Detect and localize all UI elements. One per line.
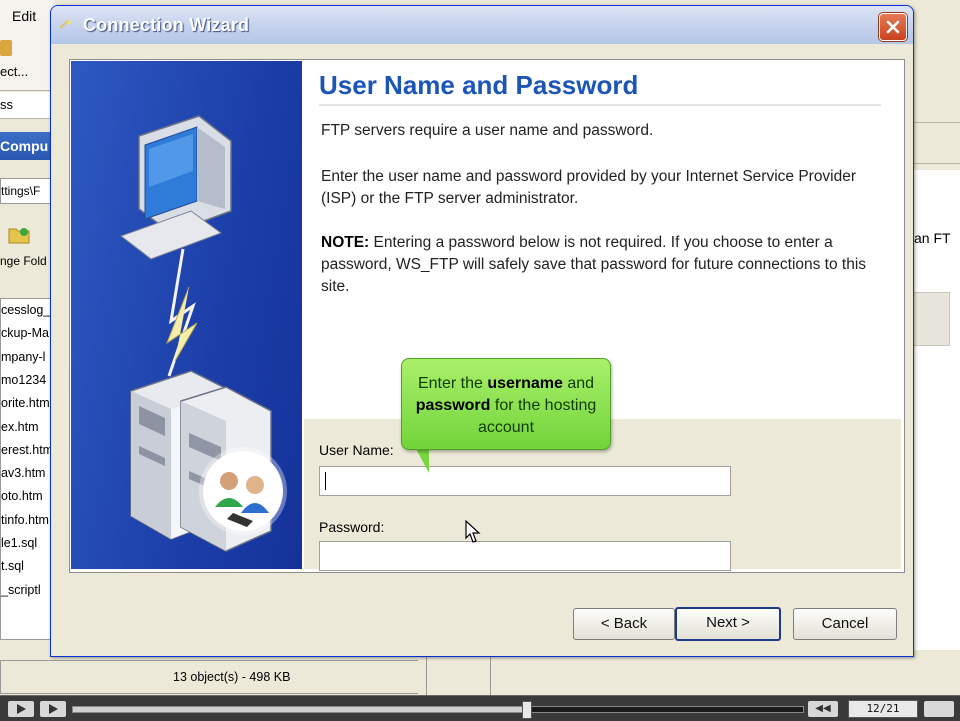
- menu-bar: Edit: [0, 0, 55, 32]
- step-forward-button[interactable]: [40, 701, 66, 717]
- panel-title-text: Compu: [0, 138, 49, 154]
- file-list-item[interactable]: tinfo.htm: [1, 513, 49, 527]
- note-text: NOTE: Entering a password below is not r…: [321, 232, 881, 298]
- address-label: ss: [0, 97, 13, 112]
- file-list-item[interactable]: cesslog_: [1, 303, 50, 317]
- close-button[interactable]: [879, 13, 907, 41]
- play-icon: [17, 704, 26, 714]
- local-panel-title: Compu: [0, 132, 55, 160]
- monitor-icon: [119, 115, 232, 260]
- back-button[interactable]: < Back: [573, 608, 675, 640]
- password-field[interactable]: [319, 541, 731, 571]
- username-label: User Name:: [319, 442, 394, 458]
- remote-panel-box: [912, 292, 950, 346]
- local-file-list: cesslog_ ckup-Ma mpany-l mo1234 orite.htm ex.…: [0, 298, 57, 640]
- toolbar: ect...: [0, 32, 55, 91]
- connection-wizard-dialog: Connection Wizard User Name and Password…: [50, 5, 914, 657]
- tutorial-callout: Enter the username and password for the …: [401, 358, 611, 450]
- network-illustration: [119, 115, 287, 552]
- folder-icon[interactable]: [8, 226, 30, 244]
- password-label: Password:: [319, 519, 385, 535]
- file-list-item[interactable]: ex.htm: [1, 420, 39, 434]
- instructions-text: Enter the user name and password provide…: [321, 168, 857, 207]
- path-text: ttings\F: [1, 184, 41, 198]
- remote-toolbar: [912, 122, 960, 164]
- end-button[interactable]: [924, 701, 954, 717]
- callout-text: Enter the username and password for the …: [415, 375, 597, 436]
- status-bar: 13 object(s) - 498 KB: [0, 660, 420, 694]
- file-list-item[interactable]: mpany-l: [1, 350, 45, 364]
- toolbar-connect-label[interactable]: ect...: [0, 64, 28, 79]
- dialog-title: Connection Wizard: [83, 15, 250, 35]
- lower-panel: [418, 655, 960, 695]
- mouse-cursor-icon: [465, 520, 481, 543]
- text-cursor: [325, 472, 326, 490]
- file-list-item[interactable]: _scriptl: [1, 583, 41, 597]
- cancel-button[interactable]: Cancel: [793, 608, 897, 640]
- seek-progress: [73, 707, 526, 712]
- page-heading: User Name and Password: [319, 70, 639, 100]
- file-list-item[interactable]: le1.sql: [1, 536, 37, 550]
- seek-bar[interactable]: [72, 701, 804, 719]
- next-button[interactable]: Next >: [675, 607, 781, 641]
- intro-text: FTP servers require a user name and pass…: [321, 122, 654, 139]
- change-folder-label[interactable]: nge Fold: [0, 254, 47, 268]
- close-icon: [886, 20, 900, 34]
- callout-pointer: [415, 447, 429, 473]
- file-list-item[interactable]: ckup-Ma: [1, 326, 49, 340]
- wizard-wand-icon: [59, 19, 72, 29]
- video-player-bar: ◀◀ 12/21: [0, 695, 960, 721]
- file-list-item[interactable]: erest.htm: [1, 443, 53, 457]
- address-bar[interactable]: ss: [0, 92, 55, 119]
- local-path-field[interactable]: ttings\F: [0, 178, 57, 204]
- seek-handle[interactable]: [521, 701, 532, 719]
- heading-divider: [319, 104, 881, 106]
- wizard-illustration-panel: [71, 61, 302, 569]
- username-field[interactable]: [319, 466, 731, 496]
- title-bar[interactable]: Connection Wizard: [51, 6, 913, 44]
- slide-counter: 12/21: [848, 700, 918, 718]
- connect-icon[interactable]: [0, 40, 12, 56]
- status-text: 13 object(s) - 498 KB: [173, 670, 291, 684]
- file-list-item[interactable]: oto.htm: [1, 489, 43, 503]
- play-button[interactable]: [8, 701, 34, 717]
- file-list-item[interactable]: mo1234: [1, 373, 46, 387]
- users-icon: [199, 447, 287, 535]
- step-icon: [49, 704, 58, 714]
- note-body: Entering a password below is not require…: [321, 234, 867, 295]
- menu-edit[interactable]: Edit: [12, 8, 36, 24]
- rewind-button[interactable]: ◀◀: [808, 701, 838, 717]
- file-list-item[interactable]: av3.htm: [1, 466, 45, 480]
- remote-panel-text: an FT: [914, 230, 951, 246]
- note-label: NOTE:: [321, 234, 370, 251]
- file-list-item[interactable]: orite.htm: [1, 396, 50, 410]
- file-list-item[interactable]: t.sql: [1, 559, 24, 573]
